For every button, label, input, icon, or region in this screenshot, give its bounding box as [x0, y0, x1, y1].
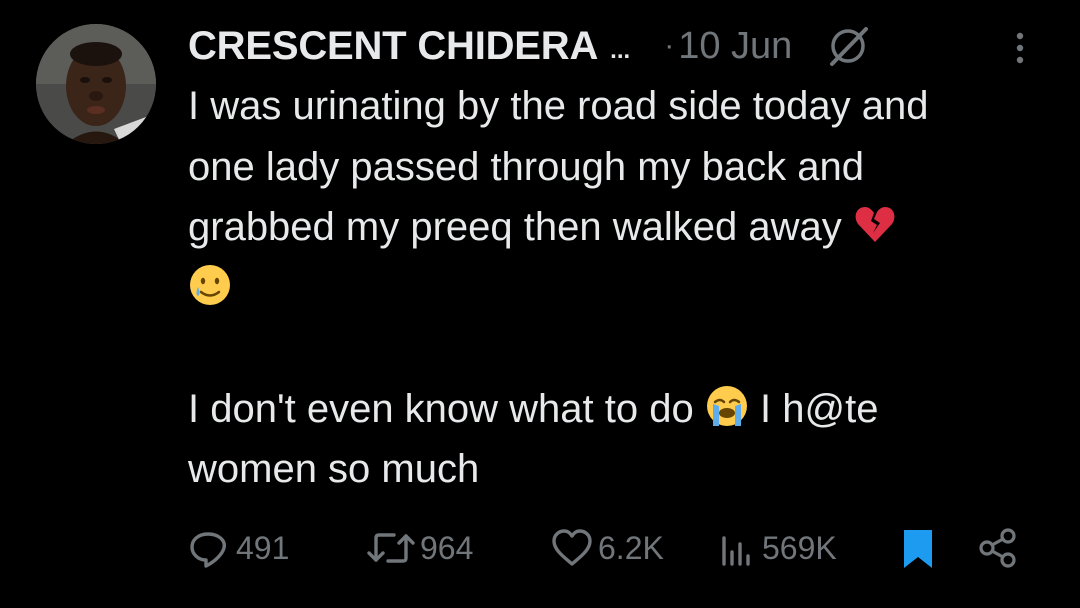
grok-icon[interactable]	[826, 24, 870, 68]
broken-heart-emoji	[853, 202, 897, 246]
smile-with-tear-emoji	[188, 263, 232, 307]
tweet-date[interactable]: 10 Jun	[678, 25, 792, 68]
repost-icon	[367, 533, 415, 563]
views-icon	[722, 536, 750, 566]
repost-count: 964	[420, 529, 474, 566]
body-line-8: women so much	[188, 447, 480, 491]
share-button[interactable]	[976, 520, 1020, 576]
reply-count: 491	[236, 529, 290, 566]
author-display-name[interactable]: CRESCENT CHIDERA	[188, 24, 598, 69]
view-count: 569K	[762, 529, 837, 566]
share-icon	[979, 528, 1016, 568]
avatar-photo	[36, 24, 156, 144]
separator-dot: ·	[664, 29, 675, 62]
bookmark-button[interactable]	[898, 520, 938, 576]
like-count: 6.2K	[598, 529, 664, 566]
avatar[interactable]	[36, 24, 156, 144]
body-line-1: I was urinating by the road side today a…	[188, 84, 929, 128]
reply-button[interactable]: 491	[188, 520, 289, 576]
reply-icon	[190, 532, 226, 568]
loudly-crying-emoji	[705, 384, 749, 428]
body-line-3: grabbed my preeq then walked away	[188, 205, 842, 249]
body-line-6: I don't even know what to do	[188, 386, 694, 431]
more-options-icon[interactable]	[1006, 30, 1034, 70]
body-line-2: one lady passed through my back and	[188, 144, 864, 189]
tweet-actions: 491 964 6.2K 569K	[188, 520, 1048, 576]
tweet-text: I was urinating by the road side today a…	[188, 76, 1060, 500]
like-icon	[552, 529, 592, 566]
tweet-header: CRESCENT CHIDERA ... · 10 Jun	[188, 18, 1048, 74]
like-button[interactable]: 6.2K	[550, 520, 664, 576]
views-button[interactable]: 569K	[718, 520, 837, 576]
bookmark-icon	[904, 530, 932, 568]
tweet[interactable]: CRESCENT CHIDERA ... · 10 Jun I was urin…	[0, 0, 1080, 608]
body-line-7: I h@te	[760, 386, 879, 431]
repost-button[interactable]: 964	[366, 520, 473, 576]
name-truncation: ...	[610, 37, 631, 64]
